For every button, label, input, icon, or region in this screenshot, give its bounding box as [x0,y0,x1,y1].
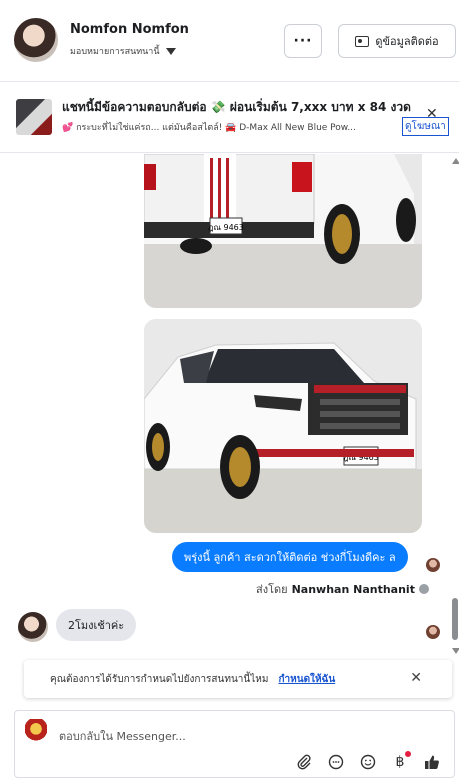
message-composer[interactable]: ตอบกลับใน Messenger... ฿ [14,710,455,778]
sender-name: Nanwhan Nanthanit [291,582,415,596]
ad-title: แชทนี้มีข้อความตอบกลับต่อ 💸 ผ่อนเริ่มต้น… [62,100,411,114]
conversation-header: Nomfon Nomfon มอบหมายการสนทนานี้ ··· ดูข… [0,0,459,82]
message-photo[interactable]: ฎณ 9463 [144,319,422,533]
close-icon[interactable]: ✕ [410,670,422,686]
composer-toolbar: ฿ [295,751,441,771]
license-plate: ฎณ 9463 [208,223,244,232]
message-photo[interactable]: ฎณ 9463 [144,154,422,308]
sent-by-line: ส่งโดย Nanwhan Nanthanit [256,580,429,598]
emoji-icon[interactable] [359,753,377,771]
caret-down-icon [165,47,176,55]
contact-card-icon [355,35,370,47]
view-contact-label: ดูข้อมูลติดต่อ [375,35,439,48]
view-ad-link[interactable]: ดูโฆษณา [402,117,449,136]
view-contact-button[interactable]: ดูข้อมูลติดต่อ [338,24,456,58]
read-receipt-avatar [426,558,440,572]
message-thread[interactable]: ฎณ 9463 ฎณ 9463 [0,154,459,654]
chat-bubble-icon[interactable] [327,753,345,771]
incoming-message[interactable]: 2โมงเช้าค่ะ [56,609,137,641]
page-avatar [25,719,47,741]
scrollbar-thumb[interactable] [452,598,458,640]
avatar[interactable] [18,612,48,642]
outgoing-message[interactable]: พรุ่งนี้ ลูกค้า สะดวกให้ติดต่อ ช่วงกี่โม… [172,542,408,572]
ad-banner: แชทนี้มีข้อความตอบกลับต่อ 💸 ผ่อนเริ่มต้น… [0,83,459,153]
assign-to-me-link[interactable]: กำหนดให้ฉัน [278,672,335,687]
sent-by-prefix: ส่งโดย [256,583,288,596]
scroll-down-arrow[interactable] [452,648,459,654]
scroll-up-arrow[interactable] [452,158,459,164]
contact-name[interactable]: Nomfon Nomfon [70,22,189,37]
avatar[interactable] [14,18,58,62]
more-options-button[interactable]: ··· [284,24,322,58]
reply-input[interactable]: ตอบกลับใน Messenger... [59,727,186,745]
ad-subtitle: 💕 กระบะที่ไม่ใช่แค่รถ... แต่มันคือสไตล์!… [62,123,356,133]
assign-notice: คุณต้องการได้รับการกำหนดไปยังการสนทนานี้… [24,660,452,698]
baht-icon[interactable]: ฿ [391,751,411,771]
assign-label: มอบหมายการสนทนานี้ [70,47,160,57]
read-receipt-avatar [426,625,440,639]
thumbs-up-icon[interactable] [423,753,441,771]
ad-thumbnail[interactable] [16,99,52,135]
assign-dropdown[interactable]: มอบหมายการสนทนานี้ [70,44,176,58]
paperclip-icon[interactable] [295,753,313,771]
assign-notice-text: คุณต้องการได้รับการกำหนดไปยังการสนทนานี้… [50,673,269,685]
info-icon[interactable] [418,584,429,594]
